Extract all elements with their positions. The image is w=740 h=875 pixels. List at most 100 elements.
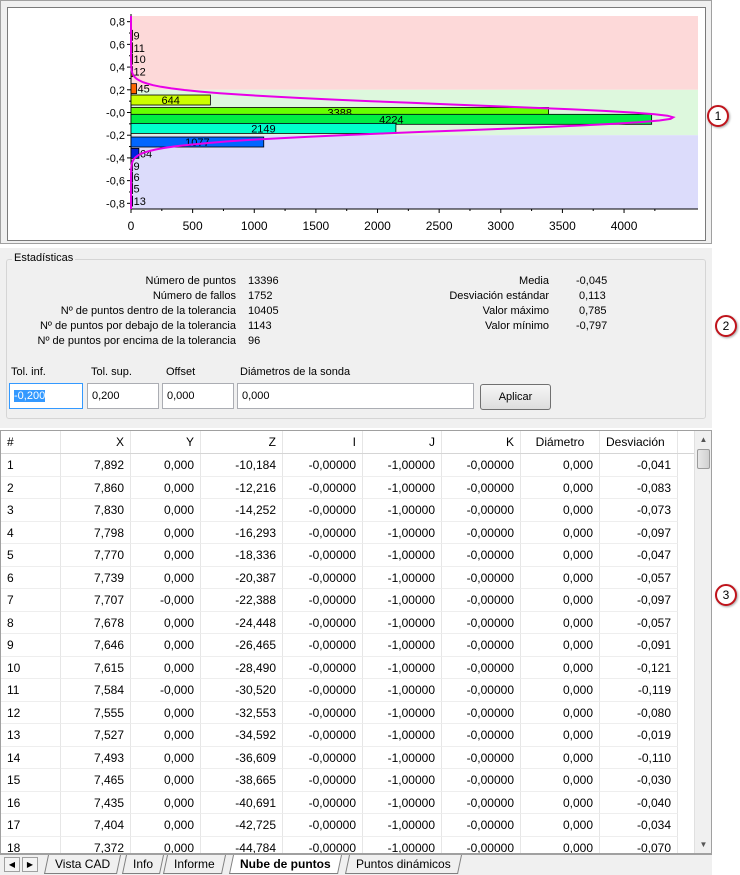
probe-diameters-input[interactable]: 0,000 [237,383,474,409]
row-number: 16 [1,791,61,814]
y-value: 0,000 [131,656,201,679]
column-header[interactable]: # [1,431,61,453]
deviation-value: -0,019 [600,724,678,747]
table-row[interactable]: 17 7,404 0,000 -42,725 -0,00000 -1,00000 -0,00… [1,814,695,837]
y-value: 0,000 [131,814,201,837]
tol-inf-input[interactable]: -0,200 [9,383,83,409]
table-row[interactable]: 16 7,435 0,000 -40,691 -0,00000 -1,00000 -0,00… [1,791,695,814]
table-row[interactable]: 14 7,493 0,000 -36,609 -0,00000 -1,00000 -0,00… [1,746,695,769]
y-tick-label: -0,2 [106,130,125,142]
stat-label: Valor máximo [482,305,549,317]
k-value: -0,00000 [442,679,521,702]
j-value: -1,00000 [363,769,442,792]
column-header[interactable]: J [363,431,442,453]
deviation-value: -0,083 [600,476,678,499]
row-number: 18 [1,836,61,853]
k-value: -0,00000 [442,544,521,567]
tab-info[interactable]: Info [121,855,165,874]
tab-vista-cad[interactable]: Vista CAD [43,855,122,874]
i-value: -0,00000 [283,611,363,634]
diameter-value: 0,000 [521,476,600,499]
row-number: 13 [1,724,61,747]
y-value: 0,000 [131,634,201,657]
x-value: 7,404 [61,814,131,837]
table-row[interactable]: 5 7,770 0,000 -18,336 -0,00000 -1,00000 -0,000… [1,544,695,567]
i-value: -0,00000 [283,656,363,679]
column-header[interactable]: Desviación [600,431,678,453]
bar-value-label: 644 [162,95,180,107]
table-row[interactable]: 7 7,707 -0,000 -22,388 -0,00000 -1,00000 -0,00… [1,589,695,612]
diameter-value: 0,000 [521,521,600,544]
scroll-down-icon[interactable]: ▼ [695,836,711,853]
row-number: 8 [1,611,61,634]
tab-informe[interactable]: Informe [162,855,226,874]
table-row[interactable]: 9 7,646 0,000 -26,465 -0,00000 -1,00000 -0,000… [1,634,695,657]
table-row[interactable]: 15 7,465 0,000 -38,665 -0,00000 -1,00000 -0,00… [1,769,695,792]
stat-value: 0,785 [579,305,607,317]
tab-nube-de-puntos[interactable]: Nube de puntos [228,855,342,874]
column-header[interactable]: Diámetro [521,431,600,453]
table-row[interactable]: 2 7,860 0,000 -12,216 -0,00000 -1,00000 -0,000… [1,476,695,499]
deviation-value: -0,041 [600,454,678,477]
table-row[interactable]: 13 7,527 0,000 -34,592 -0,00000 -1,00000 -0,00… [1,724,695,747]
z-value: -36,609 [201,746,283,769]
above-tolerance-band [131,16,698,90]
scroll-up-icon[interactable]: ▲ [695,431,711,448]
x-tick-label: 2500 [426,219,453,233]
table-row[interactable]: 6 7,739 0,000 -20,387 -0,00000 -1,00000 -0,000… [1,566,695,589]
table-row[interactable]: 18 7,372 0,000 -44,784 -0,00000 -1,00000 -0,00… [1,836,695,853]
bar-value-label: 9 [134,30,140,42]
offset-input[interactable]: 0,000 [162,383,234,409]
table-row[interactable]: 12 7,555 0,000 -32,553 -0,00000 -1,00000 -0,00… [1,701,695,724]
z-value: -32,553 [201,701,283,724]
column-header[interactable]: K [442,431,521,453]
i-value: -0,00000 [283,634,363,657]
x-value: 7,798 [61,521,131,544]
tab-scroll-right-icon[interactable]: ▶ [22,857,38,872]
row-number: 10 [1,656,61,679]
diameter-value: 0,000 [521,454,600,477]
j-value: -1,00000 [363,814,442,837]
vertical-scrollbar[interactable]: ▲ ▼ [694,431,711,853]
column-header[interactable]: X [61,431,131,453]
j-value: -1,00000 [363,724,442,747]
table-row[interactable]: 8 7,678 0,000 -24,448 -0,00000 -1,00000 -0,000… [1,611,695,634]
scroll-thumb[interactable] [697,449,710,469]
table-row[interactable]: 4 7,798 0,000 -16,293 -0,00000 -1,00000 -0,000… [1,521,695,544]
z-value: -26,465 [201,634,283,657]
column-header[interactable]: Z [201,431,283,453]
apply-button[interactable]: Aplicar [480,384,551,410]
i-value: -0,00000 [283,499,363,522]
row-number: 7 [1,589,61,612]
tab-puntos-dinamicos[interactable]: Puntos dinámicos [344,855,462,874]
z-value: -10,184 [201,454,283,477]
deviation-value: -0,097 [600,521,678,544]
x-tick-label: 500 [183,219,203,233]
x-value: 7,892 [61,454,131,477]
stat-label: Nº de puntos por debajo de la tolerancia [39,320,236,332]
deviation-value: -0,073 [600,499,678,522]
i-value: -0,00000 [283,701,363,724]
j-value: -1,00000 [363,454,442,477]
table-row[interactable]: 10 7,615 0,000 -28,490 -0,00000 -1,00000 -0,00… [1,656,695,679]
table-row[interactable]: 11 7,584 -0,000 -30,520 -0,00000 -1,00000 -0,0… [1,679,695,702]
deviation-value: -0,119 [600,679,678,702]
y-tick-label: 0,2 [110,85,125,97]
y-value: 0,000 [131,566,201,589]
column-header[interactable]: I [283,431,363,453]
stat-label: Número de puntos [145,275,237,287]
diameter-value: 0,000 [521,679,600,702]
k-value: -0,00000 [442,746,521,769]
row-number: 1 [1,454,61,477]
diameter-value: 0,000 [521,544,600,567]
j-value: -1,00000 [363,656,442,679]
table-row[interactable]: 1 7,892 0,000 -10,184 -0,00000 -1,00000 -0,000… [1,454,695,477]
table-row[interactable]: 3 7,830 0,000 -14,252 -0,00000 -1,00000 -0,000… [1,499,695,522]
column-header[interactable]: Y [131,431,201,453]
x-value: 7,830 [61,499,131,522]
y-value: 0,000 [131,499,201,522]
row-number: 12 [1,701,61,724]
y-value: -0,000 [131,679,201,702]
tol-sup-input[interactable]: 0,200 [87,383,159,409]
tab-scroll-left-icon[interactable]: ◀ [4,857,20,872]
